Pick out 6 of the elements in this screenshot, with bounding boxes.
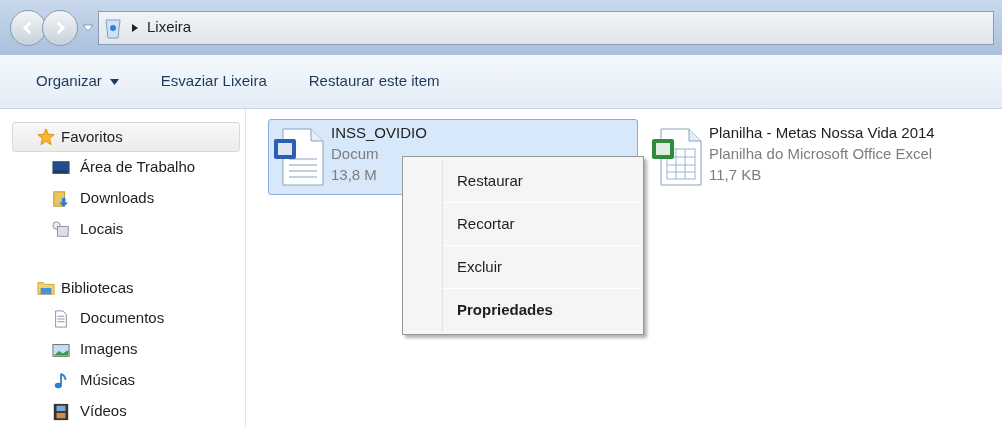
file-size: 11,7 KB [709,165,763,185]
file-type: Planilha do Microsoft Office Excel [709,144,934,164]
file-name: Planilha - Metas Nossa Vida 2014 [709,123,935,143]
file-name: INSS_OVIDIO [331,123,427,143]
file-size: 13,8 M [331,165,378,185]
file-type: Docum [331,144,380,164]
